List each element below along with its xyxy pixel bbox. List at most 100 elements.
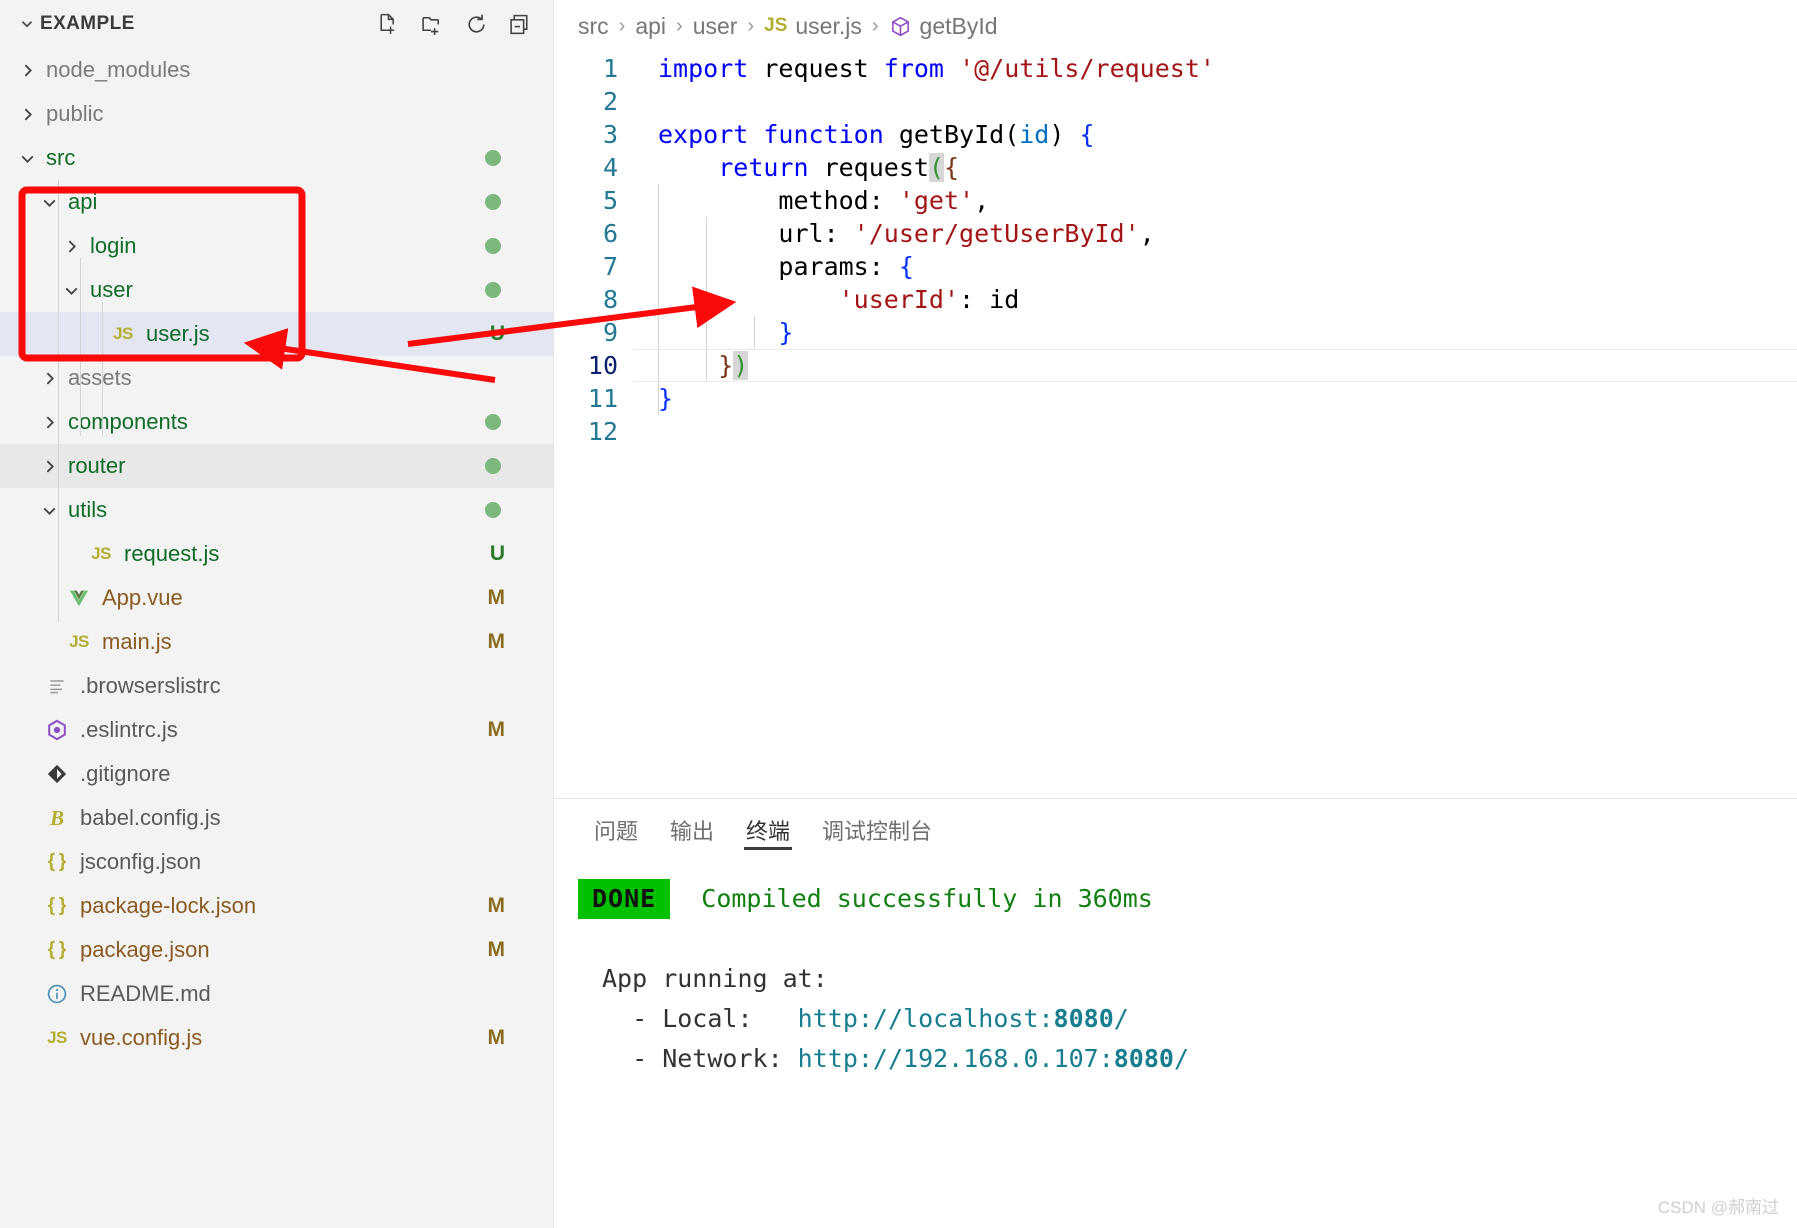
tree-item-main-js[interactable]: JS main.js M bbox=[0, 620, 553, 664]
git-change-dot bbox=[485, 502, 501, 518]
new-file-icon[interactable] bbox=[375, 11, 401, 37]
git-status-badge: M bbox=[487, 1026, 506, 1049]
breadcrumb-item-api[interactable]: api bbox=[635, 13, 666, 40]
terminal-output[interactable]: DONE Compiled successfully in 360ms App … bbox=[554, 861, 1797, 1079]
line-content[interactable] bbox=[634, 415, 658, 448]
tree-item-label: public bbox=[46, 101, 104, 126]
terminal-url-link[interactable]: http://192.168.0.107:8080/ bbox=[798, 1044, 1189, 1073]
line-number: 8 bbox=[602, 285, 618, 314]
line-content[interactable]: params: { bbox=[634, 250, 913, 283]
babel-file-icon: B bbox=[49, 805, 64, 830]
panel-tab-2[interactable]: 终端 bbox=[730, 802, 806, 858]
tree-item-label: App.vue bbox=[102, 585, 183, 610]
panel-tabs[interactable]: 问题 输出 终端 调试控制台 bbox=[554, 799, 1797, 861]
tree-item-label: main.js bbox=[102, 629, 172, 654]
file-tree[interactable]: node_modulespublic src api login user JS user.… bbox=[0, 48, 553, 1060]
tree-item-vue-config-js[interactable]: JS vue.config.js M bbox=[0, 1016, 553, 1060]
tree-item-label: vue.config.js bbox=[80, 1025, 203, 1050]
tree-item-package-lock-json[interactable]: { } package-lock.json M bbox=[0, 884, 553, 928]
panel-tab-1[interactable]: 输出 bbox=[654, 802, 730, 858]
terminal-url-prefix: - Local: bbox=[602, 1004, 798, 1033]
tree-item-babel-config-js[interactable]: Bbabel.config.js bbox=[0, 796, 553, 840]
tree-item-node-modules[interactable]: node_modules bbox=[0, 48, 553, 92]
tree-item-jsconfig-json[interactable]: { } jsconfig.json bbox=[0, 840, 553, 884]
tree-item-src[interactable]: src bbox=[0, 136, 553, 180]
breadcrumb-item-label: getById bbox=[919, 12, 998, 39]
tree-item--browserslistrc[interactable]: .browserslistrc bbox=[0, 664, 553, 708]
breadcrumb[interactable]: src › api › user › JS user.js › getById bbox=[554, 0, 1797, 52]
tree-item-login[interactable]: login bbox=[0, 224, 553, 268]
tree-item-label: router bbox=[68, 453, 126, 478]
line-number: 9 bbox=[602, 318, 618, 347]
tree-item--gitignore[interactable]: .gitignore bbox=[0, 752, 553, 796]
js-file-icon: JS bbox=[764, 15, 788, 36]
json-file-icon: { } bbox=[47, 851, 67, 872]
line-content[interactable]: import request from '@/utils/request' bbox=[634, 52, 1215, 85]
chevron-right-icon[interactable] bbox=[58, 238, 84, 255]
chevron-down-icon[interactable] bbox=[14, 15, 40, 33]
status-text: Compiled successfully in 360ms bbox=[701, 884, 1153, 913]
line-content[interactable]: 'userId': id bbox=[634, 283, 1020, 316]
terminal-status-line: DONE Compiled successfully in 360ms bbox=[578, 879, 1797, 919]
terminal-url-line: - Network: http://192.168.0.107:8080/ bbox=[602, 1039, 1797, 1079]
tree-indent-guide bbox=[58, 544, 59, 622]
git-status-badge: M bbox=[487, 630, 506, 653]
line-content[interactable] bbox=[634, 85, 658, 118]
js-file-icon: JS bbox=[47, 1028, 67, 1047]
breadcrumb-item-user[interactable]: user bbox=[693, 13, 738, 40]
line-content[interactable]: } bbox=[634, 316, 793, 349]
breadcrumb-item-label: api bbox=[635, 12, 667, 39]
tree-item-api[interactable]: api bbox=[0, 180, 553, 224]
explorer-sidebar: EXAMPLE node_modules public src api logi… bbox=[0, 0, 554, 1228]
breadcrumb-item-src[interactable]: src bbox=[578, 13, 609, 40]
breadcrumb-separator: › bbox=[676, 14, 683, 37]
tree-item--eslintrc-js[interactable]: .eslintrc.js M bbox=[0, 708, 553, 752]
chevron-right-icon[interactable] bbox=[14, 62, 40, 79]
tree-item-label: api bbox=[68, 189, 98, 214]
breadcrumb-item-user-js[interactable]: JS user.js bbox=[764, 13, 862, 40]
bottom-panel: 问题 输出 终端 调试控制台 DONE Compiled successfully i… bbox=[554, 798, 1797, 1228]
git-file-icon bbox=[40, 763, 74, 785]
tree-item-user[interactable]: user bbox=[0, 268, 553, 312]
panel-tab-3[interactable]: 调试控制台 bbox=[806, 802, 948, 858]
new-folder-icon[interactable] bbox=[419, 11, 445, 37]
line-number: 6 bbox=[602, 219, 618, 248]
tree-item-package-json[interactable]: { } package.json M bbox=[0, 928, 553, 972]
tree-item-readme-md[interactable]: README.md bbox=[0, 972, 553, 1016]
collapse-all-icon[interactable] bbox=[507, 11, 533, 37]
refresh-icon[interactable] bbox=[463, 11, 489, 37]
tree-item-assets[interactable]: assets bbox=[0, 356, 553, 400]
tree-item-user-js[interactable]: JS user.js U bbox=[0, 312, 553, 356]
git-status-badge: M bbox=[487, 718, 506, 741]
line-content[interactable]: export function getById(id) { bbox=[634, 118, 1095, 151]
terminal-url-link[interactable]: http://localhost:8080/ bbox=[798, 1004, 1129, 1033]
git-change-dot bbox=[485, 150, 501, 166]
breadcrumb-separator: › bbox=[618, 14, 626, 37]
explorer-title: EXAMPLE bbox=[40, 13, 135, 34]
js-file-icon: JS bbox=[91, 544, 111, 563]
chevron-right-icon[interactable] bbox=[14, 106, 40, 123]
tree-item-components[interactable]: components bbox=[0, 400, 553, 444]
line-content[interactable]: url: '/user/getUserById', bbox=[634, 217, 1154, 250]
tree-item-public[interactable]: public bbox=[0, 92, 553, 136]
line-content[interactable]: return request({ bbox=[634, 151, 959, 184]
line-content[interactable]: } bbox=[634, 382, 673, 415]
chevron-down-icon[interactable] bbox=[14, 150, 40, 167]
line-content[interactable]: }) bbox=[634, 349, 749, 382]
code-editor[interactable]: 1 import request from '@/utils/request' … bbox=[554, 52, 1797, 798]
editor-area: src › api › user › JS user.js › getById 1 import … bbox=[554, 0, 1797, 1228]
line-number: 12 bbox=[587, 417, 618, 446]
tree-item-router[interactable]: router bbox=[0, 444, 553, 488]
panel-tab-label: 输出 bbox=[670, 819, 715, 844]
terminal-url-scheme: http://192.168.0.107: bbox=[797, 1044, 1114, 1073]
line-number: 11 bbox=[587, 384, 618, 413]
panel-tab-0[interactable]: 问题 bbox=[578, 802, 654, 858]
tree-item-request-js[interactable]: JS request.js U bbox=[0, 532, 553, 576]
git-change-dot bbox=[485, 414, 501, 430]
terminal-url-port: 8080 bbox=[1053, 1004, 1114, 1033]
breadcrumb-item-getbyid[interactable]: getById bbox=[889, 13, 998, 40]
breadcrumb-item-label: user.js bbox=[795, 12, 862, 39]
tree-item-utils[interactable]: utils bbox=[0, 488, 553, 532]
line-content[interactable]: method: 'get', bbox=[634, 184, 989, 217]
tree-item-app-vue[interactable]: App.vue M bbox=[0, 576, 553, 620]
